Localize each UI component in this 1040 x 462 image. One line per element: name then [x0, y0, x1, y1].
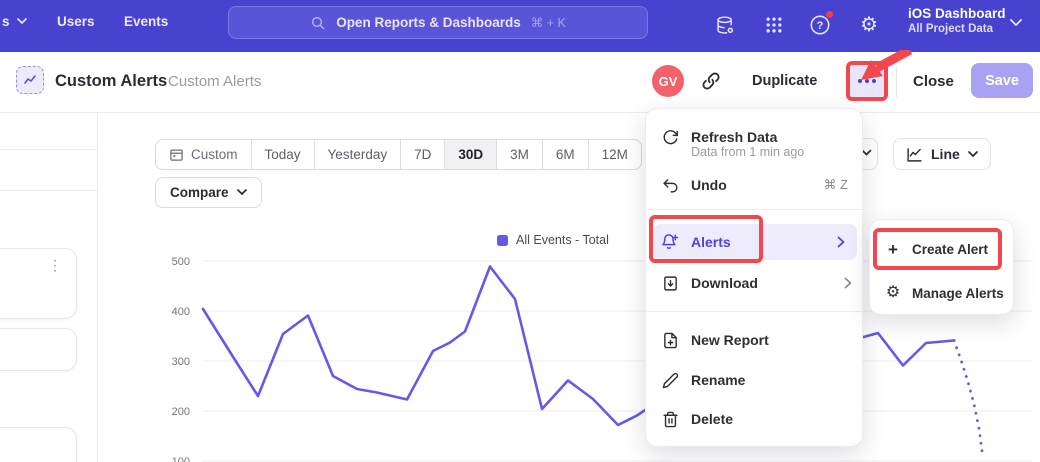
sidebar-card[interactable]: [0, 328, 77, 371]
top-nav: s Users Events Open Reports & Dashboards…: [0, 0, 1040, 52]
sidebar-card[interactable]: ⋮: [0, 248, 77, 319]
divider: [0, 149, 98, 150]
search-shortcut: ⌘ + K: [531, 15, 566, 30]
new-report-icon: [661, 331, 679, 349]
search-placeholder: Open Reports & Dashboards: [336, 15, 521, 30]
chevron-right-icon: [837, 236, 845, 248]
range-12m[interactable]: 12M: [588, 140, 641, 169]
notification-dot: [825, 10, 834, 19]
bell-plus-icon: [661, 233, 679, 251]
sidebar: ⋮: [0, 113, 98, 462]
pencil-icon: [661, 371, 679, 389]
date-range-picker: Custom Today Yesterday 7D 30D 3M 6M 12M: [155, 139, 642, 170]
svg-text:100: 100: [172, 456, 190, 462]
report-header: Custom Alerts Custom Alerts GV Duplicate…: [0, 52, 1040, 113]
apps-grid-icon[interactable]: [761, 12, 787, 38]
undo-icon: [661, 176, 679, 194]
chevron-down-icon: [968, 151, 978, 158]
divider: [646, 209, 864, 210]
kebab-menu-icon[interactable]: ⋮: [48, 257, 62, 274]
plus-icon: +: [884, 240, 902, 258]
project-scope: All Project Data: [908, 23, 1006, 35]
legend-swatch: [497, 235, 508, 246]
compare-button[interactable]: Compare: [155, 177, 262, 208]
refresh-status: Data from 1 min ago: [691, 145, 804, 159]
save-button[interactable]: Save: [971, 63, 1033, 98]
svg-text:200: 200: [172, 406, 190, 418]
range-custom[interactable]: Custom: [156, 140, 251, 169]
divider: [0, 190, 98, 191]
undo-shortcut: ⌘ Z: [823, 177, 848, 193]
chevron-right-icon: [844, 277, 852, 289]
divider: [896, 67, 897, 97]
search-input[interactable]: Open Reports & Dashboards ⌘ + K: [228, 6, 648, 39]
project-switcher[interactable]: iOS Dashboard All Project Data: [908, 6, 1006, 35]
chart-legend: All Events - Total: [497, 233, 609, 247]
data-management-icon[interactable]: [712, 12, 738, 38]
nav-item-events[interactable]: Events: [124, 14, 168, 29]
search-icon: [310, 15, 326, 31]
range-7d[interactable]: 7D: [400, 140, 444, 169]
gear-icon: ⚙: [884, 284, 902, 302]
range-yesterday[interactable]: Yesterday: [314, 140, 401, 169]
duplicate-button[interactable]: Duplicate: [752, 73, 817, 89]
menu-item-rename[interactable]: Rename: [646, 364, 864, 396]
line-chart-icon: [906, 146, 923, 163]
chart-type-button[interactable]: Line: [893, 138, 991, 170]
menu-item-download[interactable]: Download: [646, 267, 864, 299]
range-3m[interactable]: 3M: [496, 140, 542, 169]
range-6m[interactable]: 6M: [542, 140, 588, 169]
svg-text:400: 400: [172, 306, 190, 318]
menu-item-new-report[interactable]: New Report: [646, 324, 864, 356]
menu-item-undo[interactable]: Undo ⌘ Z: [646, 169, 864, 201]
copy-link-icon[interactable]: [700, 70, 722, 92]
divider: [646, 311, 864, 312]
svg-text:500: 500: [172, 256, 190, 268]
settings-gear-icon[interactable]: ⚙: [856, 12, 882, 38]
svg-text:300: 300: [172, 356, 190, 368]
avatar[interactable]: GV: [652, 65, 684, 97]
svg-text:?: ?: [817, 20, 824, 32]
project-name: iOS Dashboard: [908, 6, 1006, 21]
calendar-icon: [169, 147, 184, 162]
menu-item-alerts[interactable]: Alerts: [653, 224, 857, 260]
submenu-item-manage-alerts[interactable]: ⚙ Manage Alerts: [870, 276, 1015, 310]
range-30d-selected[interactable]: 30D: [444, 140, 496, 169]
submenu-item-create-alert[interactable]: + Create Alert: [870, 232, 1015, 266]
page-title: Custom Alerts: [55, 72, 167, 91]
chevron-down-icon: [17, 18, 27, 25]
report-type-icon: [16, 66, 44, 94]
close-button[interactable]: Close: [913, 73, 954, 90]
nav-item-users[interactable]: Users: [57, 14, 95, 29]
app-window: 500 400 300 200 100 All Events - Total s Use…: [0, 0, 1040, 462]
refresh-icon: [661, 128, 679, 146]
alerts-submenu: + Create Alert ⚙ Manage Alerts: [869, 219, 1014, 315]
download-icon: [661, 274, 679, 292]
breadcrumb: Custom Alerts: [168, 73, 261, 90]
help-icon[interactable]: ?: [807, 12, 833, 38]
more-options-menu: Refresh Data Data from 1 min ago Undo ⌘ …: [645, 108, 863, 447]
project-chevron-down-icon: [1010, 19, 1022, 27]
menu-item-delete[interactable]: Delete: [646, 403, 864, 435]
chevron-down-icon: [237, 189, 247, 196]
legend-label: All Events - Total: [516, 233, 609, 247]
trash-icon: [661, 410, 679, 428]
sidebar-card[interactable]: [0, 427, 77, 462]
nav-item-truncated[interactable]: s: [2, 14, 27, 29]
range-today[interactable]: Today: [251, 140, 314, 169]
more-options-button[interactable]: [846, 61, 888, 101]
